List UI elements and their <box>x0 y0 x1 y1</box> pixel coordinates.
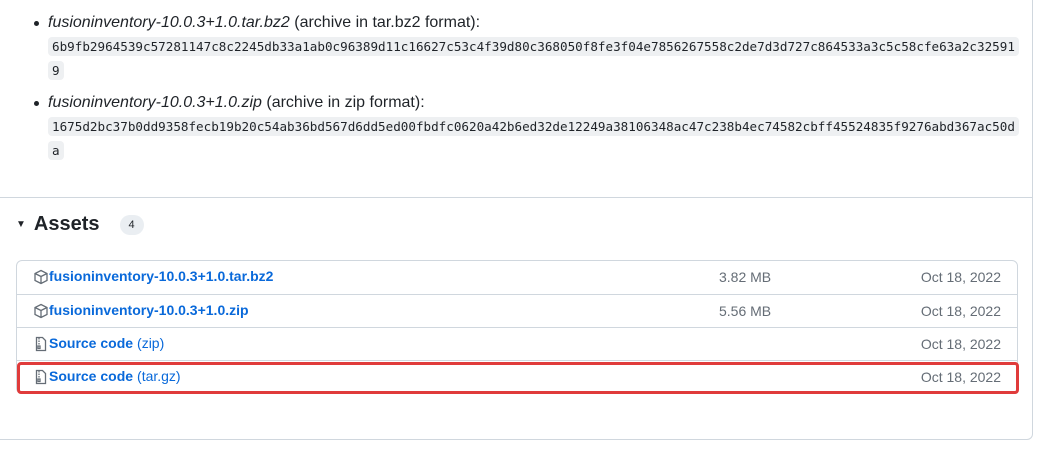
package-icon <box>34 303 48 319</box>
asset-name-text: fusioninventory-10.0.3+1.0.zip <box>49 302 249 318</box>
checksum-hash: 6b9fb2964539c57281147c8c2245db33a1ab0c96… <box>48 35 1019 83</box>
bullet-dot <box>34 21 39 26</box>
asset-suffix: (tar.gz) <box>137 368 181 384</box>
asset-row: Source code (tar.gz) Oct 18, 2022 <box>17 360 1017 393</box>
checksum-list: fusioninventory-10.0.3+1.0.tar.bz2 (arch… <box>16 11 1019 171</box>
hash-code: 1675d2bc37b0dd9358fecb19b20c54ab36bd567d… <box>48 117 1019 160</box>
section-divider <box>0 197 1033 198</box>
asset-name-text: Source code <box>49 335 134 351</box>
caret-down-icon: ▼ <box>16 219 26 230</box>
asset-name-text: fusioninventory-10.0.3+1.0.tar.bz2 <box>49 268 274 284</box>
asset-suffix: (zip) <box>137 335 165 351</box>
checksum-format: (archive in tar.bz2 format): <box>294 14 481 31</box>
asset-link[interactable]: fusioninventory-10.0.3+1.0.zip <box>49 302 249 318</box>
checksum-item: fusioninventory-10.0.3+1.0.tar.bz2 (arch… <box>16 11 1019 83</box>
checksum-hash: 1675d2bc37b0dd9358fecb19b20c54ab36bd567d… <box>48 115 1019 163</box>
bullet-dot <box>34 101 39 106</box>
release-card: fusioninventory-10.0.3+1.0.tar.bz2 (arch… <box>0 0 1033 440</box>
checksum-format: (archive in zip format): <box>266 94 425 111</box>
checksum-filename: fusioninventory-10.0.3+1.0.zip <box>48 94 262 111</box>
checksum-item: fusioninventory-10.0.3+1.0.zip (archive … <box>16 91 1019 163</box>
asset-name-text: Source code <box>49 368 134 384</box>
checksum-filename: fusioninventory-10.0.3+1.0.tar.bz2 <box>48 14 290 31</box>
assets-title: Assets <box>33 213 100 235</box>
asset-date: Oct 18, 2022 <box>920 269 1001 285</box>
asset-row: fusioninventory-10.0.3+1.0.tar.bz2 3.82 … <box>17 261 1017 294</box>
asset-link[interactable]: fusioninventory-10.0.3+1.0.tar.bz2 <box>49 268 273 284</box>
asset-link[interactable]: Source code (tar.gz) <box>49 368 181 384</box>
asset-list: fusioninventory-10.0.3+1.0.tar.bz2 3.82 … <box>16 260 1018 394</box>
assets-count-badge: 4 <box>119 214 144 235</box>
asset-date: Oct 18, 2022 <box>920 336 1001 352</box>
package-icon <box>34 269 48 285</box>
asset-row: Source code (zip) Oct 18, 2022 <box>17 327 1017 360</box>
asset-size: 3.82 MB <box>719 269 772 285</box>
asset-link[interactable]: Source code (zip) <box>49 335 164 351</box>
asset-date: Oct 18, 2022 <box>920 369 1001 385</box>
asset-date: Oct 18, 2022 <box>920 303 1001 319</box>
file-zip-icon <box>35 369 47 385</box>
file-zip-icon <box>35 336 47 352</box>
asset-size: 5.56 MB <box>719 303 772 319</box>
asset-row: fusioninventory-10.0.3+1.0.zip 5.56 MB O… <box>17 294 1017 327</box>
assets-toggle[interactable]: ▼ Assets 4 <box>16 213 144 236</box>
hash-code: 6b9fb2964539c57281147c8c2245db33a1ab0c96… <box>48 37 1019 80</box>
